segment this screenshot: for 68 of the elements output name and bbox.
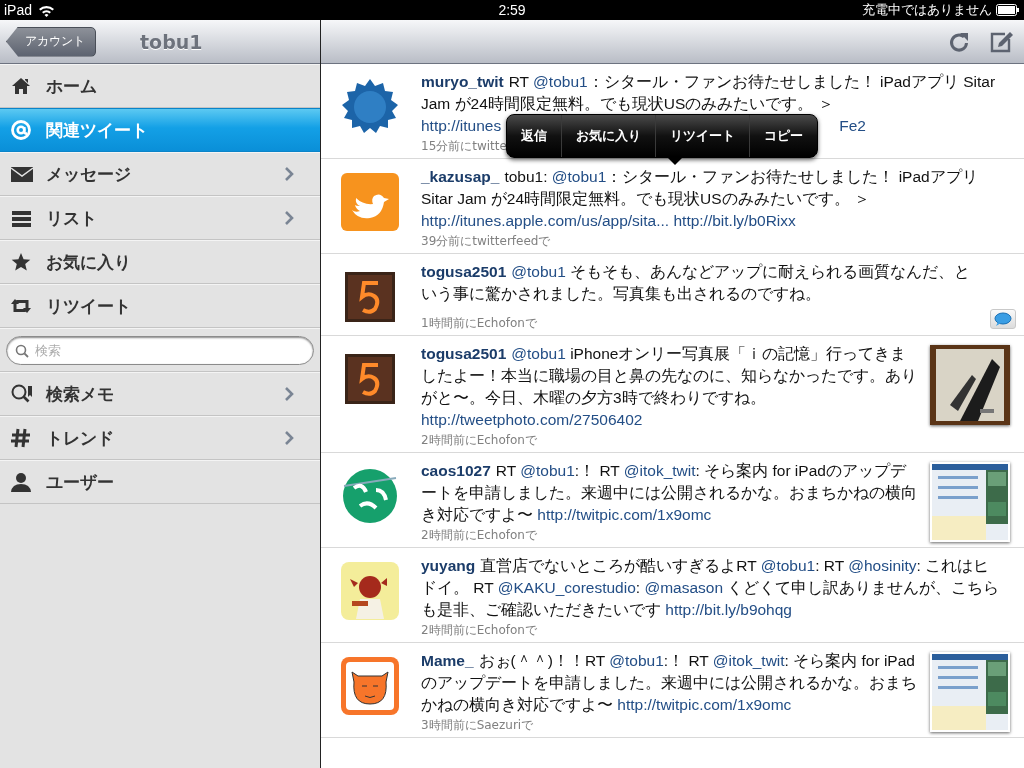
- compose-button[interactable]: [990, 30, 1014, 53]
- username-link[interactable]: caos1027: [421, 462, 491, 479]
- person-icon: [10, 471, 34, 493]
- tweet-text: togusa2501 @tobu1 iPhoneオンリー写真展「ｉの記憶」行ってきましたよー！本当に職場の目と鼻の先なのに、知らなかったです。ありがと〜。今日、木曜の夕方3時で終わりですね。 http://tweetphoto.com/27506402: [421, 344, 918, 430]
- tweet-text: Mame_ おぉ(＾＾)！！RT @tobu1:！ RT @itok_twit: そら案内 for iPadのアップデートを申請しました。来週中には公開されるかな。おまちかねの横向き対応ですよ〜 http://twitpic.com/1x9omc: [421, 651, 918, 715]
- url-link[interactable]: http://itunes: [421, 115, 502, 137]
- username-link[interactable]: togusa2501: [421, 263, 507, 280]
- clock: 2:59: [498, 2, 526, 18]
- mention-link[interactable]: @itok_twit: [623, 462, 696, 479]
- url-link[interactable]: Fe2: [839, 115, 866, 137]
- url-link[interactable]: http://twitpic.com/1x9omc: [617, 696, 792, 713]
- battery-status: 充電中ではありません: [862, 1, 992, 19]
- tweet-meta: 3時間前にSaezuriで: [421, 717, 535, 733]
- mention-link[interactable]: @masason: [644, 579, 724, 596]
- mention-link[interactable]: @tobu1: [551, 168, 607, 185]
- tweet-meta: 15分前にtwitte: [421, 138, 508, 154]
- menu-item[interactable]: リスト: [0, 196, 320, 240]
- search-field[interactable]: 検索: [6, 335, 314, 365]
- tweet-meta: 2時間前にEchofonで: [421, 527, 538, 543]
- menu-item[interactable]: 検索メモ: [0, 372, 320, 416]
- username-link[interactable]: yuyang: [421, 557, 476, 574]
- at-sign-icon: [10, 119, 34, 141]
- popover-button[interactable]: コピー: [749, 115, 817, 157]
- mention-link[interactable]: @itok_twit: [712, 652, 785, 669]
- wifi-icon: [38, 3, 56, 17]
- tweet-text: togusa2501 @tobu1 そもそも、あんなどアップに耐えられる画質なんだ、という事に驚かされました。写真集も出されるのですね。: [421, 262, 972, 304]
- refresh-icon: [948, 30, 970, 53]
- mention-link[interactable]: @tobu1: [533, 73, 588, 90]
- url-link[interactable]: http://itunes.apple.com/us/app/sita...: [421, 212, 670, 229]
- url-link[interactable]: http://tweetphoto.com/27506402: [421, 411, 643, 428]
- battery-icon: [996, 4, 1020, 16]
- device-name: iPad: [4, 2, 33, 18]
- sidebar-title: tobu1: [140, 30, 203, 53]
- popover-button[interactable]: お気に入り: [561, 115, 655, 157]
- back-button[interactable]: アカウント: [6, 26, 96, 57]
- tweet-text: _kazusap_ tobu1: @tobu1：シタール・ファンお待たせしました！ iPadアプリ Sitar Jam が24時間限定無料。でも現状USのみみたいです。 ＞ http://itunes.apple.com/us/app/sita... http://bit.ly/b0Rixx: [421, 167, 979, 231]
- mention-link[interactable]: @tobu1: [511, 263, 566, 280]
- mention-link[interactable]: @tobu1: [520, 462, 575, 479]
- username-link[interactable]: Mame_: [421, 652, 474, 669]
- tweet-meta: 1時間前にEchofonで: [421, 315, 538, 331]
- search-bookmark-icon: [10, 383, 34, 405]
- popover-button[interactable]: 返信: [507, 115, 561, 157]
- url-link[interactable]: http://twitpic.com/1x9omc: [537, 506, 712, 523]
- username-link[interactable]: togusa2501: [421, 345, 507, 362]
- menu-item[interactable]: メッセージ: [0, 152, 320, 196]
- popover-button[interactable]: リツイート: [655, 115, 749, 157]
- menu-item[interactable]: ユーザー: [0, 460, 320, 504]
- tweet-text: caos1027 RT @tobu1:！ RT @itok_twit: そら案内 for iPadのアップデートを申請しました。来週中には公開されるかな。おまちかねの横向き対応ですよ〜 http://twitpic.com/1x9omc: [421, 461, 918, 525]
- tweet-text: yuyang 直営店でないところが酷いすぎるよRT @tobu1: RT @hosinity: これはヒドイ。 RT @KAKU_corestudio: @masason くどくて申し訳ありませんが、こちらも是非、ご確認いただきたいです http://bit.ly/b9ohqg: [421, 556, 1001, 620]
- mention-link[interactable]: @KAKU_corestudio: [497, 579, 636, 596]
- menu-item[interactable]: リツイート: [0, 284, 320, 328]
- tweet-text: muryo_twit RT @tobu1：シタール・ファンお待たせしました！ iPadアプリ Sitar Jam が24時間限定無料。でも現状USのみみたいです。 ＞: [421, 72, 997, 114]
- url-link[interactable]: http://bit.ly/b9ohqg: [665, 601, 792, 618]
- menu-item[interactable]: お気に入り: [0, 240, 320, 284]
- mention-link[interactable]: @tobu1: [609, 652, 664, 669]
- search-icon: [15, 343, 29, 358]
- mention-link[interactable]: @hosinity: [848, 557, 917, 574]
- mention-link[interactable]: @tobu1: [511, 345, 566, 362]
- menu-item[interactable]: トレンド: [0, 416, 320, 460]
- tweet-meta: 2時間前にEchofonで: [421, 622, 538, 638]
- tweet-meta: 2時間前にEchofonで: [421, 432, 538, 448]
- compose-icon: [990, 30, 1014, 53]
- username-link[interactable]: muryo_twit: [421, 73, 504, 90]
- menu-item[interactable]: ホーム: [0, 64, 320, 108]
- tweet-meta: 39分前にtwitterfeedで: [421, 233, 552, 249]
- url-link[interactable]: http://bit.ly/b0Rixx: [669, 212, 796, 229]
- username-link[interactable]: _kazusap_: [421, 168, 500, 185]
- refresh-button[interactable]: [948, 30, 970, 53]
